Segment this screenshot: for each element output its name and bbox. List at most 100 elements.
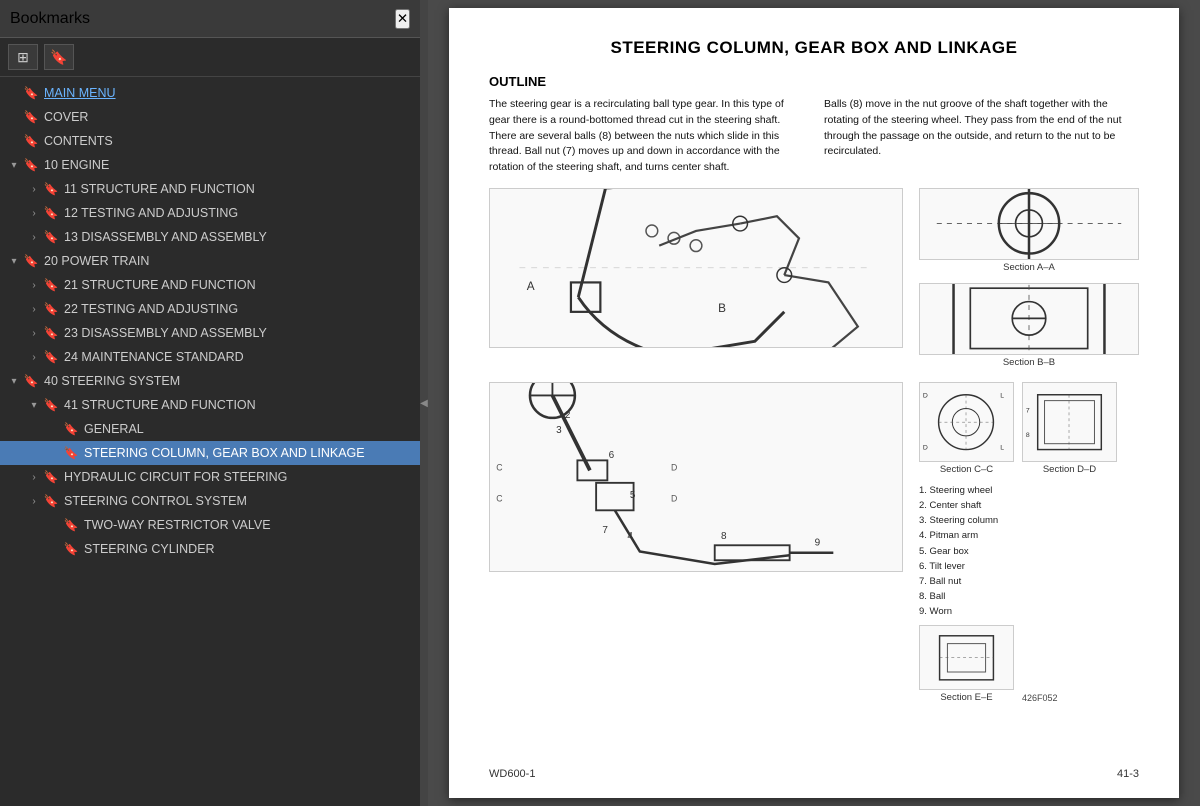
expand-arrow-23-disasm: › <box>26 328 42 339</box>
sidebar-label-cover: COVER <box>44 110 414 124</box>
section-cc-image: D L D L <box>919 382 1014 462</box>
sidebar-label-steering-ctrl: STEERING CONTROL SYSTEM <box>64 494 414 508</box>
section-cc-svg: D L D L <box>920 383 1013 461</box>
bookmark-view-button[interactable]: 🔖 <box>44 44 74 70</box>
sidebar-item-20-power[interactable]: ▾🔖20 POWER TRAIN <box>0 249 420 273</box>
outline-label: OUTLINE <box>489 74 1139 89</box>
sidebar-item-40-steering[interactable]: ▾🔖40 STEERING SYSTEM <box>0 369 420 393</box>
bookmark-icon-21-struct: 🔖 <box>42 278 60 292</box>
svg-text:6: 6 <box>609 450 615 461</box>
parts-list-item: 2. Center shaft <box>919 498 1139 513</box>
bookmark-icon-contents: 🔖 <box>22 134 40 148</box>
bookmark-icon-13-disasm: 🔖 <box>42 230 60 244</box>
bookmark-icon-22-test: 🔖 <box>42 302 60 316</box>
expand-arrow-steering-ctrl: › <box>26 496 42 507</box>
bookmark-icon-main-menu: 🔖 <box>22 86 40 100</box>
lower-main-diagram: 1 3 6 5 4 8 9 2 7 C C D <box>489 382 903 572</box>
sidebar-title: Bookmarks <box>10 10 90 28</box>
parts-list-item: 4. Pitman arm <box>919 528 1139 543</box>
sidebar-label-13-disasm: 13 DISASSEMBLY AND ASSEMBLY <box>64 230 414 244</box>
sidebar-item-cover[interactable]: 🔖 COVER <box>0 105 420 129</box>
svg-text:8: 8 <box>1026 431 1030 438</box>
sidebar-label-12-test: 12 TESTING AND ADJUSTING <box>64 206 414 220</box>
sidebar-item-general[interactable]: 🔖 GENERAL <box>0 417 420 441</box>
sidebar-item-13-disasm[interactable]: ›🔖13 DISASSEMBLY AND ASSEMBLY <box>0 225 420 249</box>
bookmark-icon-12-test: 🔖 <box>42 206 60 220</box>
bookmark-icon-41-struct: 🔖 <box>42 398 60 412</box>
bookmark-icon-23-disasm: 🔖 <box>42 326 60 340</box>
lower-main-svg: 1 3 6 5 4 8 9 2 7 C C D <box>490 382 902 572</box>
parts-list: 1. Steering wheel2. Center shaft3. Steer… <box>919 483 1139 620</box>
expand-arrow-steering-col <box>46 448 62 459</box>
bookmark-icon-general: 🔖 <box>62 422 80 436</box>
sidebar-item-24-maint[interactable]: ›🔖24 MAINTENANCE STANDARD <box>0 345 420 369</box>
sidebar-item-steering-col[interactable]: 🔖STEERING COLUMN, GEAR BOX AND LINKAGE <box>0 441 420 465</box>
upper-diagram-area: A B B A <box>489 188 1139 368</box>
sidebar-item-steering-cyl[interactable]: 🔖STEERING CYLINDER <box>0 537 420 561</box>
expand-arrow-general <box>46 424 62 435</box>
parts-list-item: 3. Steering column <box>919 513 1139 528</box>
section-bb-image <box>919 283 1139 355</box>
svg-text:L: L <box>1000 392 1004 399</box>
sidebar-item-12-test[interactable]: ›🔖12 TESTING AND ADJUSTING <box>0 201 420 225</box>
sidebar-label-24-maint: 24 MAINTENANCE STANDARD <box>64 350 414 364</box>
parts-ref: 426F052 <box>1022 693 1058 703</box>
bookmark-icon-cover: 🔖 <box>22 110 40 124</box>
section-dd-image: 7 8 <box>1022 382 1117 462</box>
sidebar-item-21-struct[interactable]: ›🔖21 STRUCTURE AND FUNCTION <box>0 273 420 297</box>
main-diagram-image: A B B A <box>489 188 903 348</box>
expand-arrow-41-struct: ▾ <box>26 400 42 411</box>
section-bb-caption: Section B–B <box>919 357 1139 368</box>
bookmark-icon-steering-col: 🔖 <box>62 446 80 460</box>
parts-list-item: 1. Steering wheel <box>919 483 1139 498</box>
bookmark-icon-hydraulic: 🔖 <box>42 470 60 484</box>
sidebar-label-general: GENERAL <box>84 422 414 436</box>
section-bb-container: Section B–B <box>919 283 1139 368</box>
section-cc-dd-container: D L D L Section C–C <box>919 382 1139 475</box>
svg-text:D: D <box>923 392 928 399</box>
section-aa-svg <box>920 188 1138 260</box>
section-dd-caption: Section D–D <box>1022 464 1117 475</box>
sidebar-item-22-test[interactable]: ›🔖22 TESTING AND ADJUSTING <box>0 297 420 321</box>
section-ee-wrap: Section E–E <box>919 625 1014 703</box>
sidebar-item-two-way[interactable]: 🔖TWO-WAY RESTRICTOR VALVE <box>0 513 420 537</box>
svg-text:B: B <box>718 302 726 315</box>
sidebar-item-contents[interactable]: 🔖CONTENTS <box>0 129 420 153</box>
svg-text:1: 1 <box>527 382 533 384</box>
sidebar-item-11-struct[interactable]: ›🔖11 STRUCTURE AND FUNCTION <box>0 177 420 201</box>
svg-text:3: 3 <box>556 425 562 436</box>
sidebar-item-23-disasm[interactable]: ›🔖 23 DISASSEMBLY AND ASSEMBLY <box>0 321 420 345</box>
bookmark-icon-20-power: 🔖 <box>22 254 40 268</box>
section-ee-row: Section E–E 426F052 <box>919 625 1139 703</box>
sidebar-header: Bookmarks ✕ <box>0 0 420 38</box>
page-title: STEERING COLUMN, GEAR BOX AND LINKAGE <box>489 38 1139 58</box>
svg-text:4: 4 <box>627 531 633 542</box>
expand-arrow-steering-cyl <box>46 544 62 555</box>
svg-text:L: L <box>1000 444 1004 451</box>
sidebar-label-10-engine: 10 ENGINE <box>44 158 414 172</box>
parts-ref-wrap: 426F052 <box>1022 625 1058 703</box>
sidebar-item-41-struct[interactable]: ▾🔖 41 STRUCTURE AND FUNCTION <box>0 393 420 417</box>
grid-view-button[interactable]: ⊞ <box>8 44 38 70</box>
bookmark-icon-steering-cyl: 🔖 <box>62 542 80 556</box>
main-diagram: A B B A <box>489 188 903 348</box>
sidebar-label-41-struct: 41 STRUCTURE AND FUNCTION <box>64 398 414 412</box>
bookmark-icon-10-engine: 🔖 <box>22 158 40 172</box>
sidebar-label-11-struct: 11 STRUCTURE AND FUNCTION <box>64 182 414 196</box>
sidebar-label-hydraulic: HYDRAULIC CIRCUIT FOR STEERING <box>64 470 414 484</box>
parts-list-item: 8. Ball <box>919 589 1139 604</box>
sidebar-item-steering-ctrl[interactable]: ›🔖STEERING CONTROL SYSTEM <box>0 489 420 513</box>
expand-arrow-10-engine: ▾ <box>6 160 22 171</box>
svg-text:2: 2 <box>565 410 571 421</box>
resize-handle[interactable] <box>420 0 428 806</box>
sidebar-label-23-disasm: 23 DISASSEMBLY AND ASSEMBLY <box>64 326 414 340</box>
sidebar-item-hydraulic[interactable]: ›🔖HYDRAULIC CIRCUIT FOR STEERING <box>0 465 420 489</box>
outline-content: The steering gear is a recirculating bal… <box>489 97 1139 176</box>
sidebar-item-10-engine[interactable]: ▾🔖 10 ENGINE <box>0 153 420 177</box>
sidebar-label-40-steering: 40 STEERING SYSTEM <box>44 374 414 388</box>
close-button[interactable]: ✕ <box>395 9 410 29</box>
svg-text:D: D <box>671 494 677 504</box>
sidebar-label-two-way: TWO-WAY RESTRICTOR VALVE <box>84 518 414 532</box>
sidebar-item-main-menu[interactable]: 🔖MAIN MENU <box>0 81 420 105</box>
page-footer: WD600-1 41-3 <box>489 768 1139 780</box>
